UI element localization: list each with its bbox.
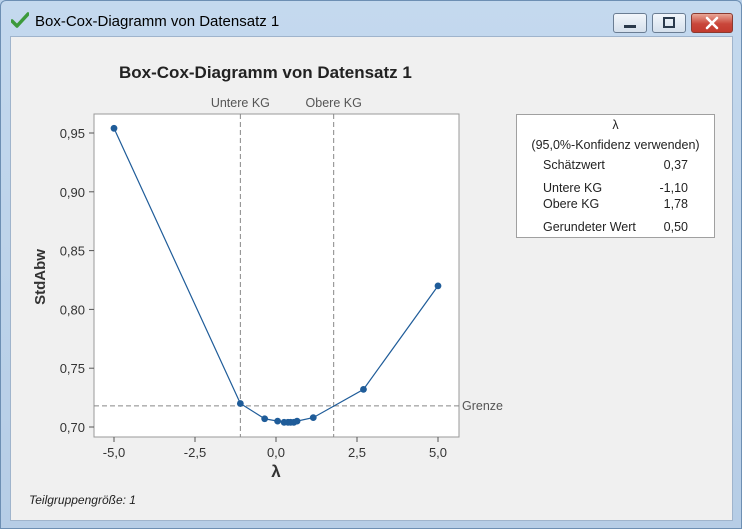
legend-label-upper-ci: Obere KG: [543, 197, 600, 211]
data-point: [360, 385, 367, 393]
y-tick-label: 0,80: [60, 302, 85, 317]
checkmark-icon: [11, 12, 29, 28]
legend-value-estimate: 0,37: [663, 158, 688, 172]
maximize-button[interactable]: [652, 13, 686, 33]
data-point: [274, 417, 282, 425]
data-point: [434, 282, 442, 290]
subgroup-size-note: Teilgruppengröße: 1: [29, 493, 136, 507]
legend-value-lower-ci: -1,10: [659, 181, 689, 195]
y-axis-label: StdAbw: [32, 249, 49, 305]
x-tick-label: 5,0: [429, 445, 447, 460]
x-tick-label: -2,5: [184, 445, 206, 460]
box-cox-chart: 0,70 0,75 0,80 0,85 0,90 0,95 -5,0 -2,5 0,0 2,5 5,…: [32, 96, 503, 481]
close-icon: [705, 16, 719, 30]
data-point: [110, 124, 118, 132]
legend-value-rounded: 0,50: [663, 220, 688, 234]
legend-label-estimate: Schätzwert: [543, 158, 605, 172]
legend-header: λ: [612, 118, 619, 132]
y-tick-label: 0,75: [60, 361, 85, 376]
close-button[interactable]: [691, 13, 733, 33]
graph-pane: Box-Cox-Diagramm von Datensatz 1 0,70 0,7…: [10, 36, 733, 521]
x-tick-label: -5,0: [103, 445, 125, 460]
app-window: Box-Cox-Diagramm von Datensatz 1 Box-Cox…: [0, 0, 742, 529]
ci-line-label: Untere KG: [211, 96, 270, 110]
minimize-icon: [624, 25, 636, 28]
data-point: [236, 400, 244, 407]
x-tick-label: 2,5: [348, 445, 366, 460]
y-tick-label: 0,70: [60, 420, 85, 435]
title-bar[interactable]: Box-Cox-Diagramm von Datensatz 1: [1, 1, 741, 35]
data-point: [309, 414, 317, 421]
maximize-icon: [663, 17, 675, 28]
legend-label-lower-ci: Untere KG: [543, 181, 603, 195]
legend-subheader: (95,0%-Konfidenz verwenden): [531, 138, 700, 152]
window-title: Box-Cox-Diagramm von Datensatz 1: [35, 13, 280, 30]
plot-area: [93, 113, 460, 438]
lambda-legend-box: λ (95,0%-Konfidenz verwenden) Schätzwert…: [516, 114, 715, 238]
x-tick-label: 0,0: [267, 445, 285, 460]
legend-value-upper-ci: 1,78: [663, 197, 688, 211]
data-point: [261, 415, 269, 423]
legend-label-rounded: Gerundeter Wert: [543, 220, 636, 234]
x-axis-label: λ: [271, 462, 281, 481]
ci-line-label: Obere KG: [306, 96, 362, 110]
y-tick-label: 0,85: [60, 244, 85, 259]
data-point: [293, 417, 301, 425]
limit-line-label: Grenze: [462, 399, 503, 413]
y-tick-label: 0,95: [60, 126, 85, 141]
minimize-button[interactable]: [613, 13, 647, 33]
y-tick-label: 0,90: [60, 185, 85, 200]
